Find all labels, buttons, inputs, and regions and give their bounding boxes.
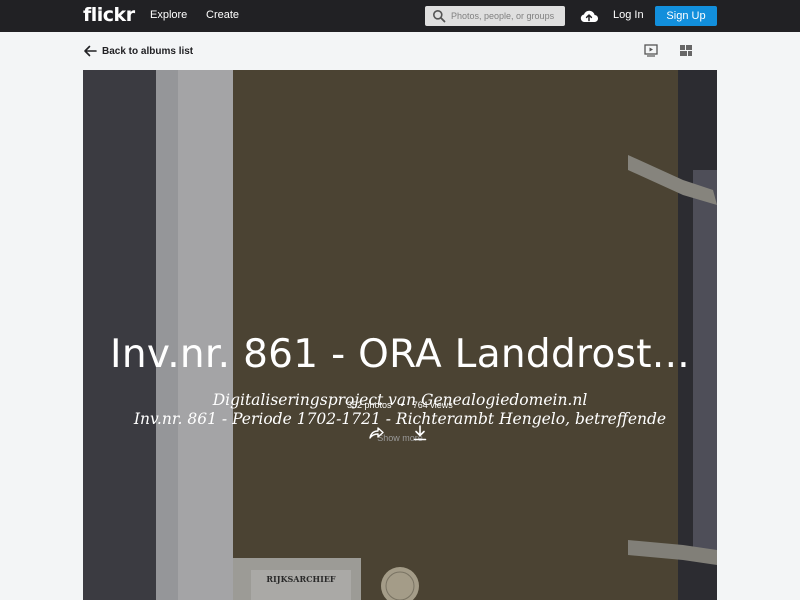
download-icon[interactable] <box>413 425 427 441</box>
flickr-logo[interactable]: flickr <box>83 4 135 26</box>
slideshow-icon[interactable] <box>644 44 658 57</box>
show-more-link[interactable]: Show more <box>83 433 717 443</box>
search-input[interactable] <box>451 11 561 21</box>
back-to-albums-link[interactable]: Back to albums list <box>83 43 193 59</box>
search-box[interactable] <box>425 6 565 26</box>
nav-create-link[interactable]: Create <box>206 9 239 21</box>
share-icon[interactable] <box>368 426 384 440</box>
album-title: Inv.nr. 861 - ORA Landdrost... <box>110 332 690 377</box>
search-icon[interactable] <box>432 9 446 23</box>
back-arrow-icon <box>84 45 97 57</box>
signup-button[interactable]: Sign Up <box>655 6 717 26</box>
photo-count: 352 photos <box>347 400 392 410</box>
view-count: 764 views <box>412 400 453 410</box>
upload-cloud-icon[interactable] <box>579 7 599 25</box>
album-cover-hero: RIJKSARCHIEF Inv.nr. 861 - ORA Landdrost… <box>83 70 717 600</box>
album-stats: 352 photos • 764 views <box>347 400 453 410</box>
back-label: Back to albums list <box>102 45 194 57</box>
login-link[interactable]: Log In <box>613 9 644 21</box>
nav-explore-link[interactable]: Explore <box>150 9 187 21</box>
stats-separator: • <box>400 400 404 410</box>
top-nav: flickr Explore Create Log In Sign Up <box>0 0 800 32</box>
album-description-line-2: Inv.nr. 861 - Periode 1702-1721 - Richte… <box>133 410 667 428</box>
grid-icon[interactable] <box>679 44 693 57</box>
